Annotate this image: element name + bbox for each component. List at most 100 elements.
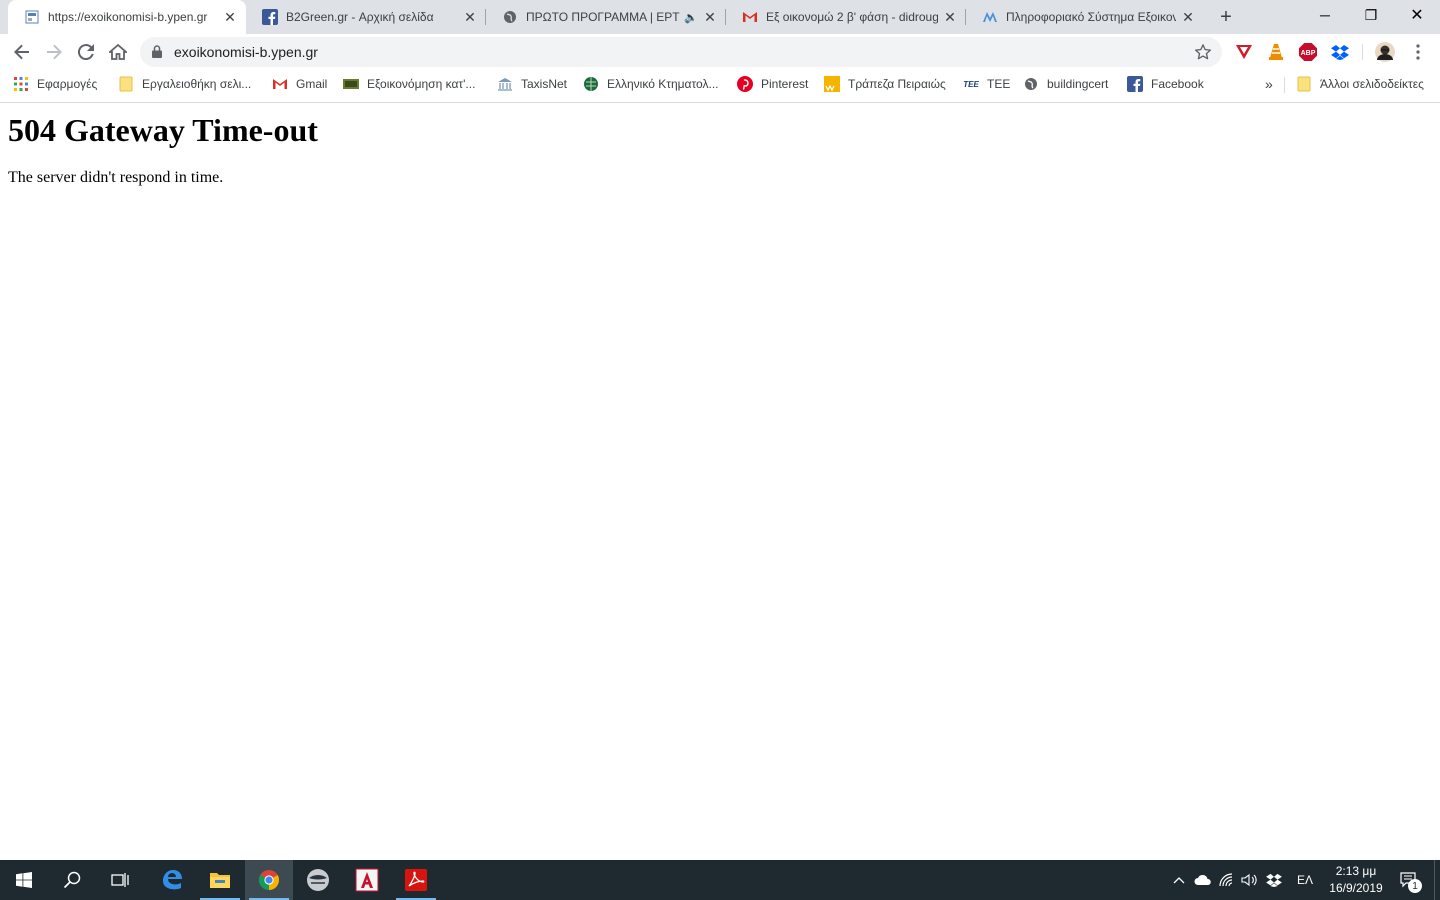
globe-icon	[1023, 76, 1039, 92]
clock-time: 2:13 μμ	[1335, 864, 1377, 878]
home-button[interactable]	[104, 38, 132, 66]
bookmark-pinterest[interactable]: Pinterest	[737, 70, 808, 98]
bookmark-toolbox-folder[interactable]: Εργαλειοθήκη σελι...	[118, 70, 251, 98]
edge-taskbar-app[interactable]	[148, 860, 196, 900]
reload-icon	[78, 44, 94, 60]
start-button[interactable]	[0, 860, 48, 900]
address-bar[interactable]: exoikonomisi-b.ypen.gr	[140, 37, 1222, 67]
onedrive-tray-icon[interactable]	[1192, 860, 1214, 900]
bookmark-tee[interactable]: TEE TEE	[963, 70, 1010, 98]
adblock-label: ABP	[1301, 50, 1316, 57]
tab-gmail[interactable]: Εξ οικονομώ 2 β' φάση - didrouga ✕	[726, 0, 966, 34]
bookmark-label: Ελληνικό Κτηματολ...	[607, 77, 719, 91]
file-explorer-icon	[210, 873, 230, 888]
tab-exoikonomisi[interactable]: https://exoikonomisi-b.ypen.gr ✕	[8, 0, 246, 34]
volume-tray-icon[interactable]	[1238, 860, 1260, 900]
chrome-taskbar-app[interactable]	[245, 860, 293, 900]
globe-icon	[502, 9, 518, 25]
autocad-icon	[355, 868, 379, 892]
tab-close-icon[interactable]: ✕	[462, 9, 478, 25]
back-button[interactable]	[8, 38, 36, 66]
cloud-icon	[1194, 874, 1211, 885]
tab-close-icon[interactable]: ✕	[702, 9, 718, 25]
bookmark-exoikonomisi[interactable]: Εξοικονόμηση κατ'...	[343, 70, 475, 98]
gmail-icon	[272, 76, 288, 92]
bookmark-gmail[interactable]: Gmail	[272, 70, 327, 98]
restore-button[interactable]: ❐	[1348, 0, 1394, 30]
autocad-taskbar-app[interactable]	[343, 860, 391, 900]
network-tray-icon[interactable]	[1216, 860, 1238, 900]
tab-b2green[interactable]: B2Green.gr - Αρχική σελίδα ✕	[246, 0, 486, 34]
close-window-button[interactable]: ✕	[1394, 0, 1440, 30]
minimize-button[interactable]: ─	[1302, 0, 1348, 30]
bookmark-label: TEE	[987, 77, 1011, 91]
tab-close-icon[interactable]: ✕	[942, 9, 958, 25]
globe-icon	[583, 76, 599, 92]
language-indicator[interactable]: ΕΛ	[1290, 860, 1320, 900]
bookmark-label: TaxisNet	[521, 77, 568, 91]
acrobat-icon	[405, 869, 427, 891]
taskbar-clock[interactable]: 2:13 μμ 16/9/2019	[1322, 863, 1390, 897]
browser-toolbar: exoikonomisi-b.ypen.gr ABP	[0, 34, 1440, 70]
dropbox-icon	[1266, 873, 1282, 887]
chevron-up-icon	[1173, 877, 1185, 884]
acrobat-taskbar-app[interactable]	[392, 860, 440, 900]
taxisnet-icon	[497, 76, 513, 92]
search-button[interactable]	[48, 860, 96, 900]
adblock-icon[interactable]: ABP	[1298, 42, 1318, 62]
tab-close-icon[interactable]: ✕	[1180, 9, 1196, 25]
profile-avatar[interactable]	[1375, 42, 1395, 62]
new-tab-button[interactable]: +	[1214, 6, 1238, 28]
other-bookmarks-folder[interactable]: Άλλοι σελιδοδείκτες	[1296, 70, 1424, 98]
dropbox-tray-icon[interactable]	[1262, 860, 1286, 900]
tab-title: B2Green.gr - Αρχική σελίδα	[286, 10, 434, 24]
action-center-button[interactable]: 1	[1394, 860, 1424, 900]
windows-taskbar: ΕΛ 2:13 μμ 16/9/2019 1	[0, 860, 1440, 900]
bookmark-taxisnet[interactable]: TaxisNet	[497, 70, 567, 98]
dropbox-icon[interactable]	[1330, 42, 1350, 62]
forward-button[interactable]	[40, 38, 68, 66]
bookmark-piraeus-bank[interactable]: Τράπεζα Πειραιώς	[824, 70, 946, 98]
show-hidden-icons-button[interactable]	[1168, 860, 1190, 900]
reload-button[interactable]	[72, 38, 100, 66]
tab-ms-system[interactable]: Πληροφοριακό Σύστημα Εξοικονόμησης ✕	[966, 0, 1204, 34]
bookmark-facebook[interactable]: Facebook	[1127, 70, 1204, 98]
url-text[interactable]: exoikonomisi-b.ypen.gr	[174, 44, 318, 60]
bookmark-label: Άλλοι σελιδοδείκτες	[1320, 77, 1424, 91]
error-message: The server didn't respond in time.	[8, 169, 224, 186]
tab-strip: https://exoikonomisi-b.ypen.gr ✕ B2Green…	[0, 0, 1440, 34]
tab-title: Εξ οικονομώ 2 β' φάση - didrouga	[766, 10, 938, 24]
vlc-icon[interactable]	[1266, 42, 1286, 62]
back-arrow-icon	[14, 44, 29, 60]
bookmark-label: Εξοικονόμηση κατ'...	[367, 77, 476, 91]
audio-playing-icon[interactable]: 🔈	[684, 11, 698, 24]
bookmark-label: Τράπεζα Πειραιώς	[848, 77, 946, 91]
bookmarks-overflow-button[interactable]: »	[1265, 70, 1273, 98]
tab-ert[interactable]: ΠΡΩΤΟ ΠΡΟΓΡΑΜΜΑ | ΕΡΤ Web 🔈 ✕	[486, 0, 726, 34]
page-icon	[24, 9, 40, 25]
vivaldi-icon[interactable]	[1234, 42, 1254, 62]
task-view-button[interactable]	[96, 860, 144, 900]
tab-close-icon[interactable]: ✕	[222, 9, 238, 25]
notification-count-badge: 1	[1408, 879, 1422, 893]
chrome-menu-button[interactable]	[1408, 42, 1428, 62]
error-heading: 504 Gateway Time-out	[8, 112, 318, 148]
sketchup-icon	[307, 869, 329, 891]
show-desktop-button[interactable]	[1434, 860, 1440, 900]
file-explorer-taskbar-app[interactable]	[196, 860, 244, 900]
wifi-icon	[1219, 873, 1233, 887]
facebook-icon	[1127, 76, 1143, 92]
start-icon	[16, 872, 32, 888]
bookmark-label: Facebook	[1151, 77, 1204, 91]
bookmark-apps[interactable]: Εφαρμογές	[13, 70, 97, 98]
bookmark-label: Εργαλειοθήκη σελι...	[142, 77, 252, 91]
bookmark-ktimatologio[interactable]: Ελληνικό Κτηματολ...	[583, 70, 719, 98]
forward-arrow-icon	[47, 44, 62, 60]
bookmark-star-icon[interactable]	[1194, 43, 1212, 61]
bookmark-buildingcert[interactable]: buildingcert	[1023, 70, 1108, 98]
toolbar-divider	[1362, 44, 1363, 60]
sketchup-taskbar-app[interactable]	[294, 860, 342, 900]
speaker-icon	[1241, 873, 1257, 887]
lock-icon[interactable]	[152, 45, 162, 58]
bookmark-label: buildingcert	[1047, 77, 1109, 91]
